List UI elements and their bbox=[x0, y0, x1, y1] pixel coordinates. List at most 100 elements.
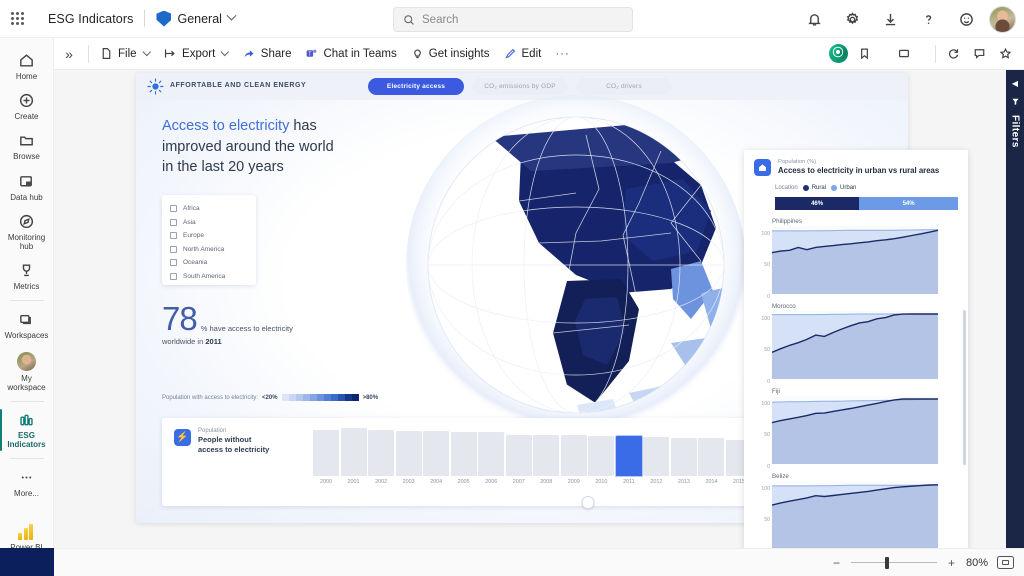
bar-2014[interactable] bbox=[698, 438, 725, 476]
checkbox-asia[interactable]: Asia bbox=[170, 216, 256, 230]
bar-2001[interactable] bbox=[340, 428, 367, 476]
sidebar-item-home[interactable]: Home bbox=[0, 46, 54, 86]
checkbox-north-america[interactable]: North America bbox=[170, 243, 256, 257]
checkbox-south-america[interactable]: South America bbox=[170, 270, 256, 284]
y-tick: 100 bbox=[761, 401, 770, 407]
edit-button[interactable]: Edit bbox=[497, 43, 549, 64]
sidebar-item-more[interactable]: More... bbox=[0, 463, 54, 503]
sidebar-item-label: Home bbox=[15, 72, 38, 81]
chat-in-teams-label: Chat in Teams bbox=[323, 47, 397, 60]
sparkline-fiji[interactable]: Fiji bbox=[771, 388, 939, 464]
sparkline-philippines[interactable]: Philippines bbox=[771, 218, 939, 294]
bar-2003[interactable] bbox=[395, 430, 422, 476]
y-tick: 0 bbox=[767, 464, 770, 470]
bar-2009[interactable] bbox=[560, 435, 587, 476]
chevron-left-icon[interactable]: ◀ bbox=[1012, 79, 1018, 88]
zoom-in-button[interactable]: + bbox=[946, 556, 957, 570]
year-slider-handle[interactable] bbox=[581, 496, 594, 509]
split-segment-urban: 54% bbox=[859, 197, 958, 210]
sidebar-item-monitoring-hub[interactable]: Monitoring hub bbox=[0, 207, 54, 256]
rural-urban-split-bar[interactable]: 46% 54% bbox=[775, 197, 958, 210]
fit-to-page-icon[interactable] bbox=[997, 556, 1014, 569]
filters-pane-collapsed[interactable]: ◀ Filters bbox=[1006, 70, 1024, 548]
sidebar-item-my-workspace[interactable]: My workspace bbox=[0, 346, 54, 397]
zoom-slider-thumb[interactable] bbox=[885, 556, 889, 569]
y-tick: 100 bbox=[761, 231, 770, 237]
bar-2002[interactable] bbox=[368, 429, 395, 476]
bar-2004[interactable] bbox=[423, 431, 450, 476]
legend-item-rural[interactable]: Rural bbox=[802, 185, 826, 191]
workspace-selector[interactable]: General bbox=[156, 10, 237, 27]
share-button[interactable]: Share bbox=[235, 43, 299, 64]
get-insights-button[interactable]: Get insights bbox=[404, 43, 497, 64]
sun-icon bbox=[147, 78, 164, 95]
view-icon[interactable] bbox=[891, 38, 917, 70]
power-bi-logo bbox=[18, 523, 35, 541]
double-chevron-right-icon[interactable]: » bbox=[54, 38, 84, 70]
sidebar-item-workspaces[interactable]: Workspaces bbox=[0, 305, 54, 345]
zoom-slider[interactable] bbox=[850, 556, 937, 569]
y-tick: 50 bbox=[764, 432, 770, 438]
bar-2006[interactable] bbox=[478, 432, 505, 476]
sdg-title: AFFORTABLE AND CLEAN ENERGY bbox=[170, 82, 307, 89]
sidebar-item-esg-indicators[interactable]: ESG Indicators bbox=[0, 406, 54, 454]
file-icon bbox=[102, 48, 111, 59]
checkbox-europe[interactable]: Europe bbox=[170, 229, 256, 243]
toolbar-divider bbox=[88, 44, 89, 63]
top-navigation-bar: ESG Indicators General Search bbox=[0, 0, 1024, 38]
legend-item-urban[interactable]: Urban bbox=[831, 185, 856, 191]
checkbox-icon bbox=[170, 272, 177, 280]
view-chevron-icon[interactable] bbox=[917, 38, 931, 70]
sidebar-item-browse[interactable]: Browse bbox=[0, 126, 54, 166]
notifications-icon[interactable] bbox=[795, 0, 833, 38]
avatar-icon bbox=[17, 351, 36, 371]
download-icon[interactable] bbox=[871, 0, 909, 38]
help-icon[interactable] bbox=[909, 0, 947, 38]
waffle-icon[interactable] bbox=[0, 12, 34, 25]
export-icon bbox=[164, 49, 175, 58]
toolbar-right-actions: ⦿ bbox=[825, 38, 1018, 70]
panel-scrollbar[interactable] bbox=[963, 310, 966, 465]
year-label: 2004 bbox=[430, 479, 443, 485]
zoom-out-button[interactable]: − bbox=[831, 556, 842, 570]
bar-2007[interactable] bbox=[505, 434, 532, 476]
checkbox-icon bbox=[170, 245, 177, 253]
bar-2005[interactable] bbox=[450, 431, 477, 476]
search-input[interactable]: Search bbox=[393, 7, 633, 32]
chat-in-teams-button[interactable]: T Chat in Teams bbox=[298, 43, 403, 64]
taskbar-corner bbox=[0, 548, 54, 576]
favorite-icon[interactable] bbox=[992, 38, 1018, 70]
bar-2010[interactable] bbox=[588, 435, 615, 476]
bar-2012[interactable] bbox=[643, 437, 670, 476]
bookmark-chevron-icon[interactable] bbox=[877, 38, 891, 70]
sidebar-item-label: Metrics bbox=[13, 282, 40, 292]
pencil-icon bbox=[504, 48, 515, 59]
feedback-icon[interactable] bbox=[947, 0, 985, 38]
export-menu-button[interactable]: Export bbox=[156, 43, 235, 64]
more-options-button[interactable]: ··· bbox=[548, 44, 577, 64]
settings-icon[interactable] bbox=[833, 0, 871, 38]
world-map-globe[interactable] bbox=[371, 93, 781, 453]
sidebar-item-metrics[interactable]: Metrics bbox=[0, 256, 54, 296]
checkbox-africa[interactable]: Africa bbox=[170, 202, 256, 216]
file-menu-button[interactable]: File bbox=[93, 43, 156, 64]
bar-2008[interactable] bbox=[533, 435, 560, 476]
copilot-icon[interactable]: ⦿ bbox=[825, 38, 851, 70]
sidebar-item-data-hub[interactable]: Data hub bbox=[0, 167, 54, 207]
user-avatar[interactable] bbox=[989, 5, 1016, 33]
refresh-icon[interactable] bbox=[940, 38, 966, 70]
comment-icon[interactable] bbox=[966, 38, 992, 70]
headline-rest: has bbox=[289, 118, 317, 134]
bookmark-icon[interactable] bbox=[851, 38, 877, 70]
sparkline-morocco[interactable]: Morocco bbox=[771, 303, 938, 379]
sparkline-belize[interactable]: Belize bbox=[771, 473, 939, 548]
sparkline-svg bbox=[771, 313, 938, 379]
checkbox-oceania[interactable]: Oceania bbox=[170, 256, 256, 270]
sidebar-item-create[interactable]: Create bbox=[0, 86, 54, 126]
bar-2013[interactable] bbox=[670, 437, 697, 476]
home-icon bbox=[754, 159, 771, 176]
sidebar-item-label: Data hub bbox=[10, 192, 43, 202]
sidebar-item-label: ESG Indicators bbox=[7, 430, 46, 450]
bar-2000[interactable] bbox=[313, 430, 340, 476]
bar-2011[interactable] bbox=[615, 436, 642, 476]
